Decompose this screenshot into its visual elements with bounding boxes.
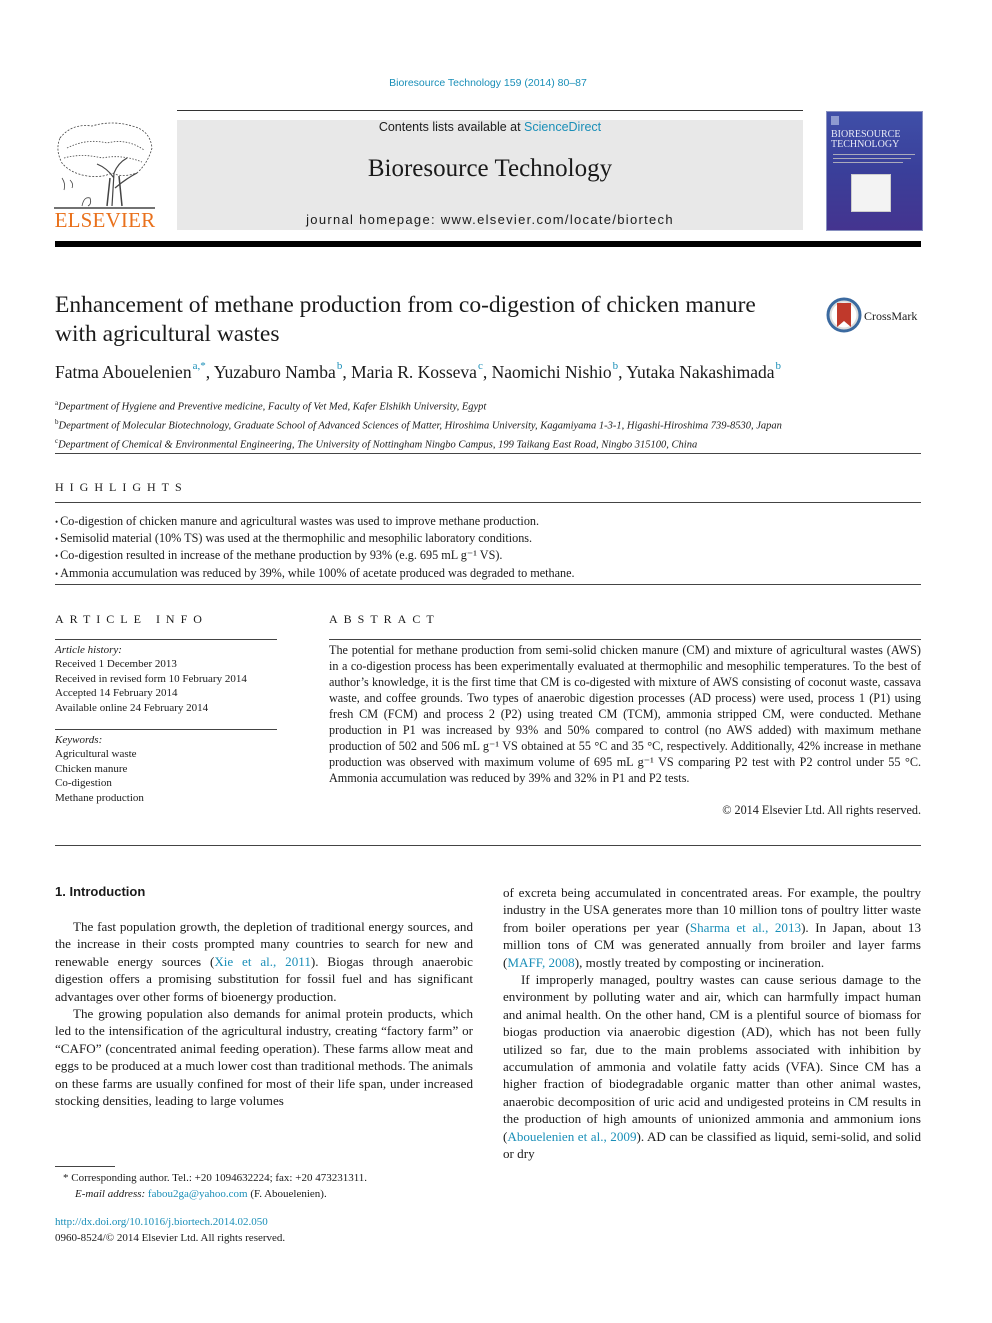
footnote-line: E-mail address: fabou2ga@yahoo.com (F. A… (55, 1186, 485, 1202)
keywords: Keywords: Agricultural waste Chicken man… (55, 733, 280, 805)
footnote-rule (55, 1166, 115, 1167)
history-label: Article history: (55, 644, 122, 656)
keywords-rule (55, 729, 277, 730)
history-entry: Accepted 14 February 2014 (55, 687, 178, 700)
paragraph-text: ), mostly treated by composting or incin… (574, 954, 825, 970)
journal-cover-image: BIORESOURCE TECHNOLOGY (826, 111, 923, 231)
keyword: Agricultural waste (55, 748, 137, 761)
body-paragraph: If improperly managed, poultry wastes ca… (503, 971, 921, 1162)
crossmark-icon[interactable] (826, 297, 862, 333)
issn-copyright: 0960-8524/© 2014 Elsevier Ltd. All right… (55, 1231, 286, 1244)
cover-title: BIORESOURCE TECHNOLOGY (831, 130, 919, 150)
email-link[interactable]: fabou2ga@yahoo.com (148, 1188, 248, 1200)
front-matter-end-rule (55, 845, 921, 846)
crossmark-label[interactable]: CrossMark (864, 309, 917, 324)
body-paragraph: The fast population growth, the depletio… (55, 918, 473, 1005)
highlight-item: Co-digestion resulted in increase of the… (55, 547, 935, 564)
author-affiliation-marker[interactable]: b (337, 360, 343, 372)
affiliation: aDepartment of Hygiene and Preventive me… (55, 396, 935, 415)
affiliation-text: Department of Chemical & Environmental E… (58, 439, 698, 451)
affiliation-text: Department of Molecular Biotechnology, G… (58, 420, 782, 432)
keyword: Methane production (55, 791, 144, 804)
history-entry: Received 1 December 2013 (55, 658, 177, 671)
article-title: Enhancement of methane production from c… (55, 292, 756, 347)
author-affiliation-marker[interactable]: a,* (193, 360, 206, 372)
highlights-heading: HIGHLIGHTS (55, 480, 188, 494)
keywords-label: Keywords: (55, 734, 103, 746)
article-info-rule (55, 639, 277, 640)
body-paragraph: of excreta being accumulated in concentr… (503, 884, 921, 971)
highlights-list: Co-digestion of chicken manure and agric… (55, 513, 935, 582)
affiliation-list: aDepartment of Hygiene and Preventive me… (55, 396, 935, 453)
corresponding-author-footnote: * Corresponding author. Tel.: +20 109463… (55, 1170, 485, 1202)
author-name[interactable]: Fatma Abouelenien (55, 362, 192, 382)
journal-homepage: journal homepage: www.elsevier.com/locat… (177, 212, 803, 227)
journal-name: Bioresource Technology (367, 155, 613, 182)
header-heavy-rule (55, 241, 921, 247)
affiliation: bDepartment of Molecular Biotechnology, … (55, 415, 935, 434)
article-info-heading: ARTICLE INFO (55, 612, 208, 626)
citation-link[interactable]: MAFF, 2008 (507, 955, 574, 970)
abstract-copyright: © 2014 Elsevier Ltd. All rights reserved… (722, 803, 921, 817)
doi-block: http://dx.doi.org/10.1016/j.biortech.201… (55, 1215, 285, 1246)
author-list: Fatma Aboueleniena,*, Yuzaburo Nambab, M… (55, 360, 781, 382)
history-entry: Available online 24 February 2014 (55, 701, 209, 714)
author-name[interactable]: Maria R. Kosseva (351, 362, 477, 382)
body-column-left: The fast population growth, the depletio… (55, 918, 473, 1109)
corresponding-text: Corresponding author. Tel.: +20 10946322… (71, 1172, 368, 1184)
cover-text-lines (833, 162, 903, 163)
author-name[interactable]: Naomichi Nishio (492, 362, 612, 382)
citation-link[interactable]: Sharma et al., 2013 (690, 920, 801, 935)
section-heading-introduction: 1. Introduction (55, 884, 146, 899)
elsevier-wordmark: ELSEVIER (54, 208, 156, 232)
paragraph-text: If improperly managed, poultry wastes ca… (503, 972, 921, 1144)
cover-title-line2: TECHNOLOGY (831, 139, 900, 150)
highlights-end-rule (55, 584, 921, 585)
author-affiliation-marker[interactable]: c (478, 360, 483, 372)
article-history: Article history: Received 1 December 201… (55, 643, 280, 715)
abstract-text: The potential for methane production fro… (329, 643, 921, 785)
author-name[interactable]: Yutaka Nakashimada (626, 362, 774, 382)
homepage-prefix: journal homepage: (306, 212, 441, 227)
citation-link[interactable]: Abouelenien et al., 2009 (507, 1129, 636, 1144)
author-affiliation-marker[interactable]: b (613, 360, 619, 372)
homepage-url[interactable]: www.elsevier.com/locate/biortech (441, 212, 674, 227)
footnote-line: * Corresponding author. Tel.: +20 109463… (55, 1170, 485, 1186)
email-label: E-mail address: (75, 1188, 148, 1200)
affiliation-text: Department of Hygiene and Preventive med… (58, 401, 487, 413)
cover-logo-icon (831, 116, 839, 125)
history-entry: Received in revised form 10 February 201… (55, 672, 247, 685)
footnote-star: * (63, 1172, 69, 1184)
abstract-rule (329, 639, 921, 640)
author-affiliation-marker[interactable]: b (775, 360, 781, 372)
contents-line: Contents lists available at ScienceDirec… (177, 120, 803, 134)
citation-link[interactable]: Xie et al., 2011 (214, 954, 311, 969)
body-column-right: of excreta being accumulated in concentr… (503, 884, 921, 1163)
doi-link[interactable]: http://dx.doi.org/10.1016/j.biortech.201… (55, 1215, 285, 1231)
highlight-item: Co-digestion of chicken manure and agric… (55, 513, 935, 530)
affiliation: cDepartment of Chemical & Environmental … (55, 434, 935, 453)
email-suffix: (F. Abouelenien). (247, 1188, 327, 1200)
keyword: Chicken manure (55, 762, 128, 775)
contents-prefix: Contents lists available at (378, 120, 525, 134)
sciencedirect-link[interactable]: ScienceDirect (524, 120, 601, 134)
abstract-heading: ABSTRACT (329, 612, 440, 626)
header-divider (177, 110, 803, 111)
highlight-item: Semisolid material (10% TS) was used at … (55, 530, 935, 547)
highlights-rule (55, 502, 921, 503)
journal-citation[interactable]: Bioresource Technology 159 (2014) 80–87 (0, 77, 976, 89)
cover-text-lines (833, 154, 915, 155)
cover-text-lines (833, 158, 911, 159)
section-divider (55, 453, 921, 454)
highlight-item: Ammonia accumulation was reduced by 39%,… (55, 565, 935, 582)
keyword: Co-digestion (55, 777, 112, 790)
body-paragraph: The growing population also demands for … (55, 1006, 473, 1109)
cover-figure (851, 174, 891, 212)
author-name[interactable]: Yuzaburo Namba (214, 362, 336, 382)
